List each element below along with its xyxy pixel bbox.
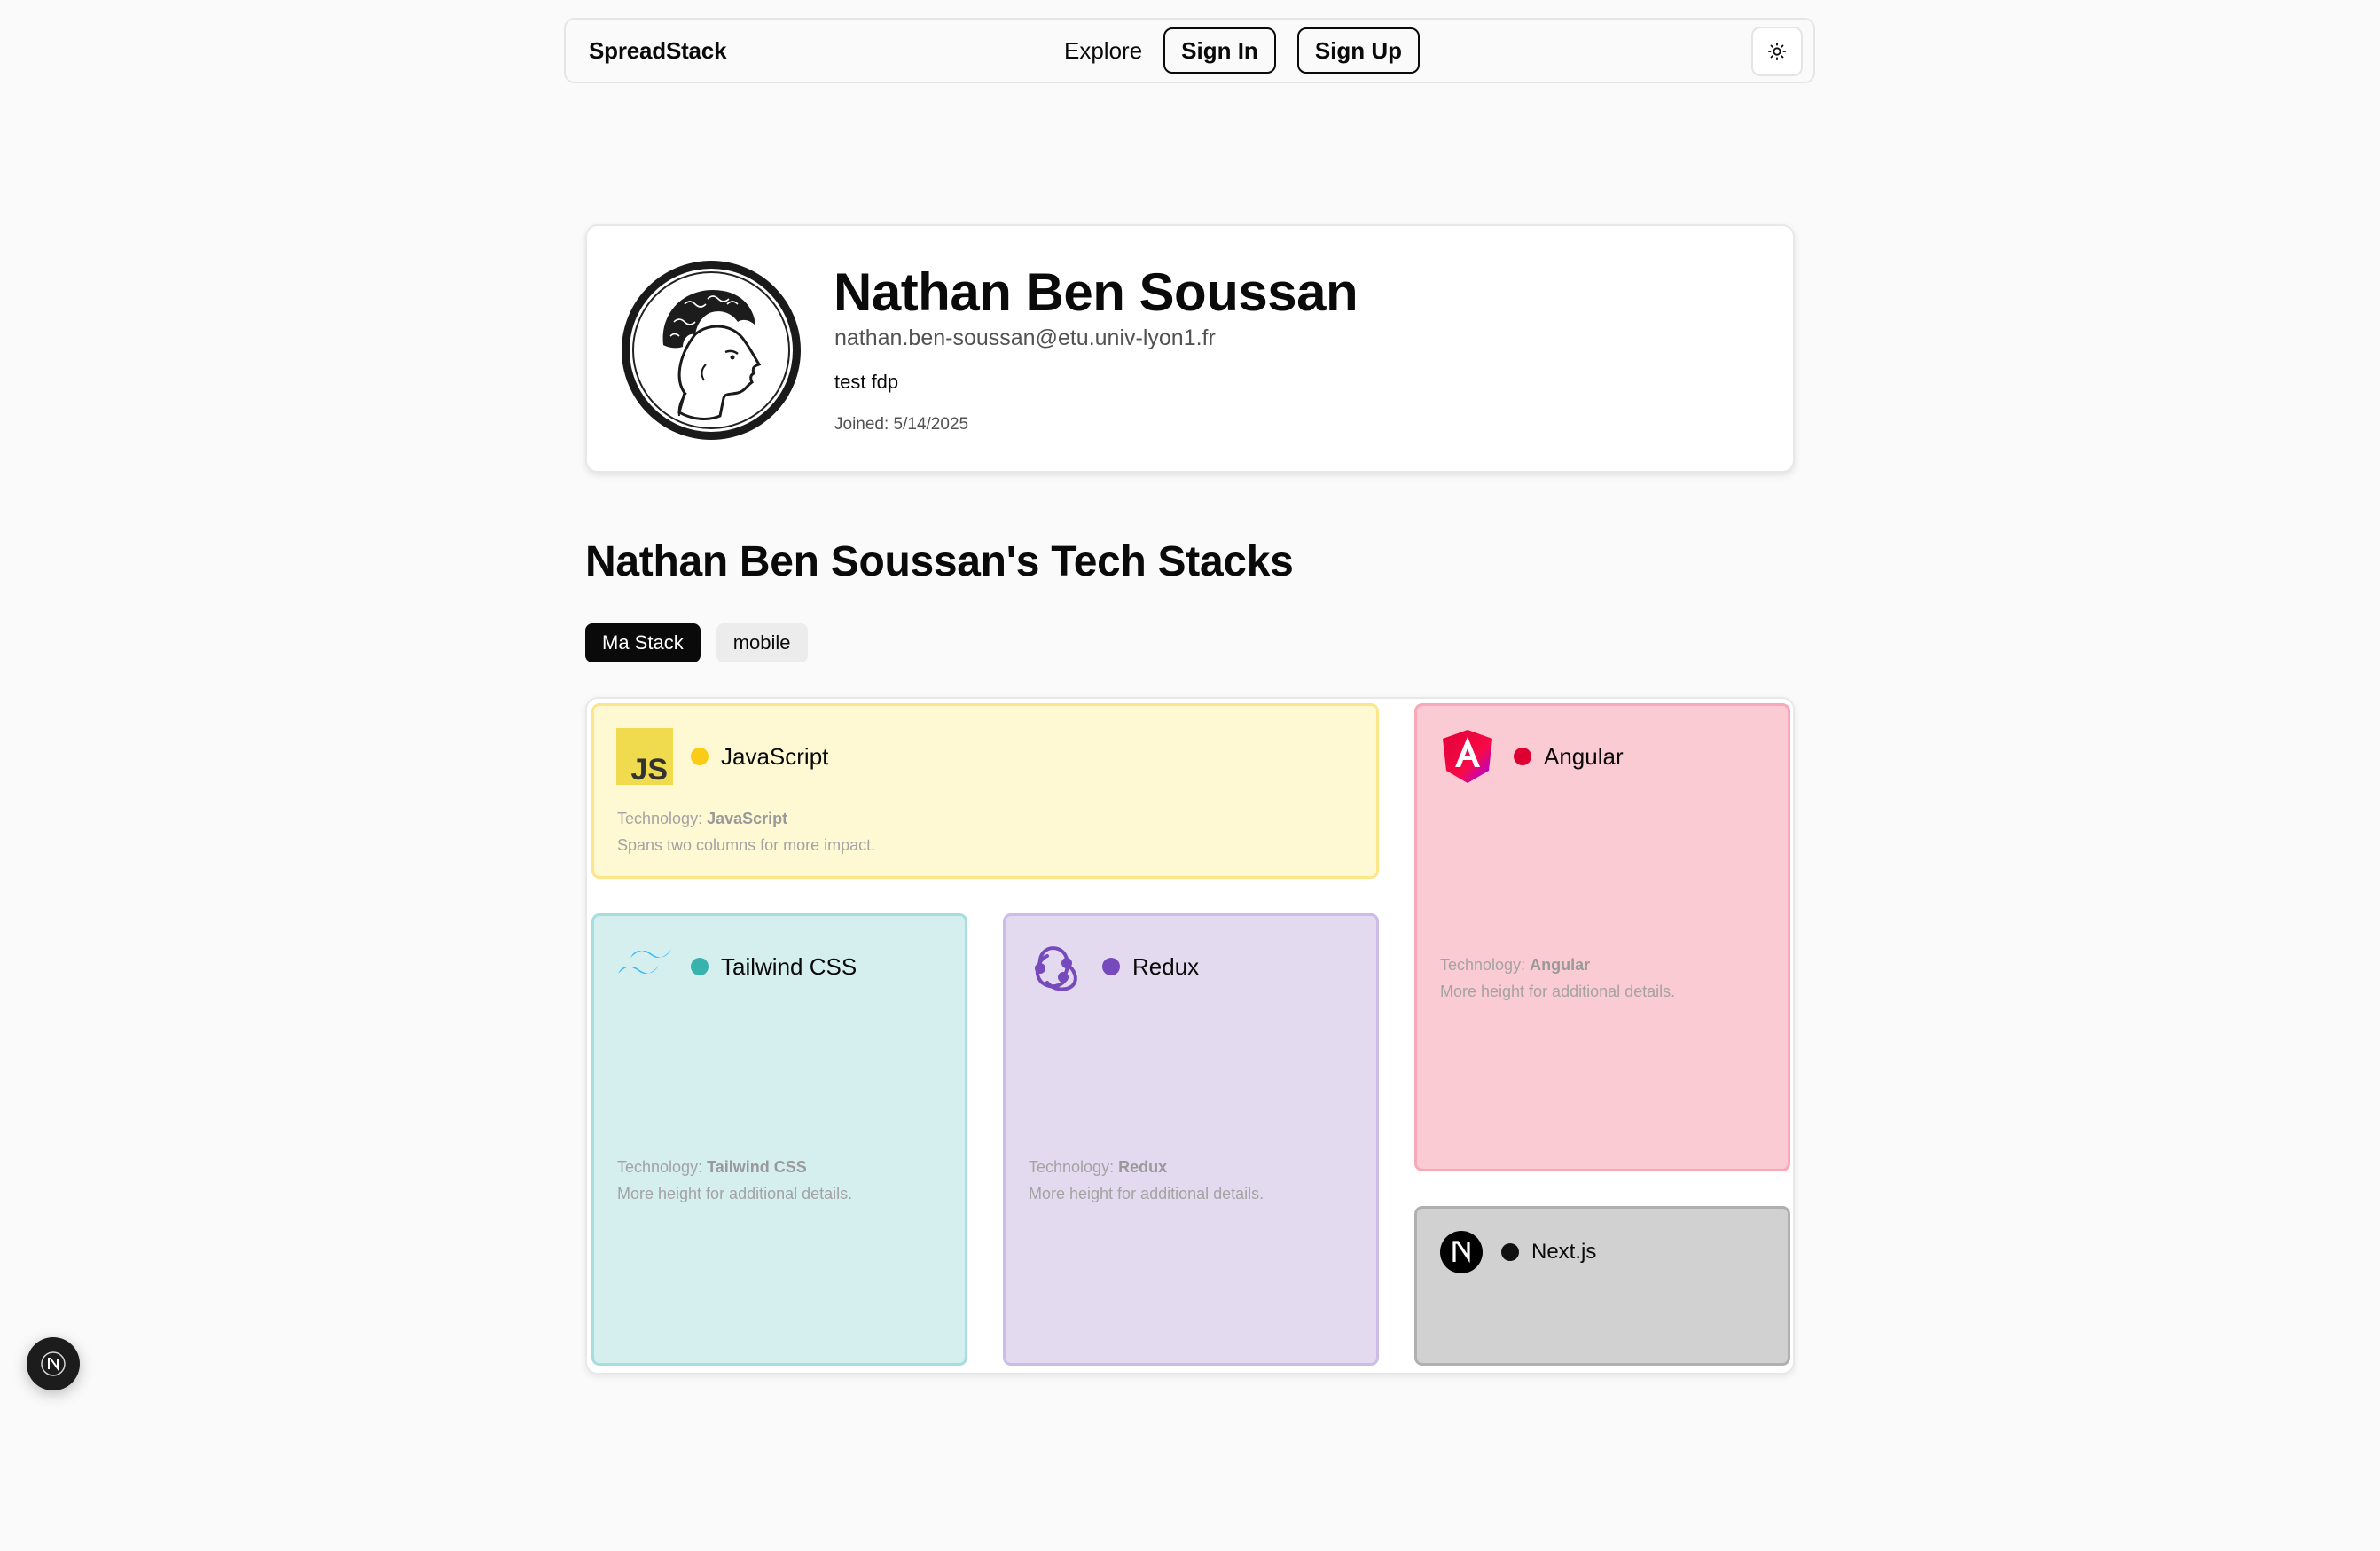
card-description: Technology: JavaScript Spans two columns… (617, 805, 875, 858)
tech-name: JavaScript (721, 742, 829, 770)
card-description: Technology: Tailwind CSS More height for… (617, 1154, 852, 1207)
tech-name: Tailwind CSS (721, 952, 857, 980)
avatar (621, 260, 802, 441)
tech-label: Technology: (617, 810, 708, 827)
stacks-section-title: Nathan Ben Soussan's Tech Stacks (585, 538, 1294, 585)
top-navbar: SpreadStack Explore Sign In Sign Up (564, 18, 1815, 83)
card-description: Technology: Redux More height for additi… (1029, 1154, 1264, 1207)
tab-ma-stack[interactable]: Ma Stack (585, 623, 701, 662)
tech-card-redux[interactable]: Redux Technology: Redux More height for … (1003, 913, 1379, 1366)
profile-email: nathan.ben-soussan@etu.univ-lyon1.fr (834, 325, 1216, 350)
stack-tabs: Ma Stack mobile (585, 623, 808, 662)
tech-label: Technology: (1029, 1158, 1119, 1176)
tech-value: JavaScript (707, 810, 788, 827)
tech-detail: More height for additional details. (1029, 1185, 1264, 1202)
sign-up-button[interactable]: Sign Up (1296, 27, 1421, 74)
brand-logo[interactable]: SpreadStack (589, 37, 727, 65)
javascript-logo: JS (616, 728, 673, 785)
tab-mobile[interactable]: mobile (716, 623, 808, 662)
tech-name: Next.js (1531, 1240, 1597, 1264)
nextjs-icon (41, 1351, 66, 1376)
explore-link[interactable]: Explore (1064, 37, 1142, 65)
tech-card-tailwind[interactable]: Tailwind CSS Technology: Tailwind CSS Mo… (591, 913, 967, 1366)
tech-value: Redux (1118, 1158, 1168, 1176)
tech-card-javascript[interactable]: JS JavaScript Technology: JavaScript Spa… (591, 703, 1379, 879)
card-header: Angular (1439, 728, 1624, 785)
tech-label: Technology: (1440, 956, 1531, 974)
redux-logo (1028, 938, 1084, 995)
profile-bio: test fdp (834, 371, 899, 393)
tech-name: Angular (1544, 742, 1624, 770)
tech-detail: Spans two columns for more impact. (617, 836, 876, 854)
card-header: Next.js (1439, 1230, 1596, 1274)
nextjs-logo (1439, 1230, 1484, 1274)
tech-detail: More height for additional details. (1440, 983, 1676, 1000)
profile-name: Nathan Ben Soussan (834, 262, 1358, 322)
color-dot (691, 958, 709, 975)
color-dot (1102, 958, 1120, 975)
angular-logo (1439, 728, 1496, 785)
sun-icon (1767, 42, 1787, 61)
profile-joined-date: Joined: 5/14/2025 (834, 415, 969, 434)
card-header: JS JavaScript (616, 728, 828, 785)
card-description: Technology: Angular More height for addi… (1440, 952, 1675, 1005)
nextjs-dev-tools-button[interactable] (27, 1337, 80, 1390)
nav-actions: Explore Sign In Sign Up (1064, 20, 1421, 82)
color-dot (1501, 1243, 1519, 1261)
tech-label: Technology: (617, 1158, 708, 1176)
svg-text:JS: JS (630, 753, 668, 785)
card-header: Redux (1028, 938, 1199, 995)
card-header: Tailwind CSS (616, 938, 857, 995)
tech-card-angular[interactable]: Angular Technology: Angular More height … (1414, 703, 1790, 1171)
color-dot (691, 748, 709, 765)
profile-portrait (622, 261, 801, 440)
tech-name: Redux (1132, 952, 1200, 980)
tailwind-logo (616, 938, 673, 995)
theme-toggle-button[interactable] (1751, 27, 1803, 76)
tech-stack-grid: JS JavaScript Technology: JavaScript Spa… (585, 697, 1795, 1375)
tech-detail: More height for additional details. (617, 1185, 853, 1202)
tech-value: Tailwind CSS (707, 1158, 807, 1176)
sign-in-button[interactable]: Sign In (1163, 27, 1276, 74)
color-dot (1514, 748, 1531, 765)
tech-card-nextjs[interactable]: Next.js (1414, 1206, 1790, 1366)
profile-card: Nathan Ben Soussan nathan.ben-soussan@et… (585, 224, 1795, 473)
tech-value: Angular (1530, 956, 1591, 974)
